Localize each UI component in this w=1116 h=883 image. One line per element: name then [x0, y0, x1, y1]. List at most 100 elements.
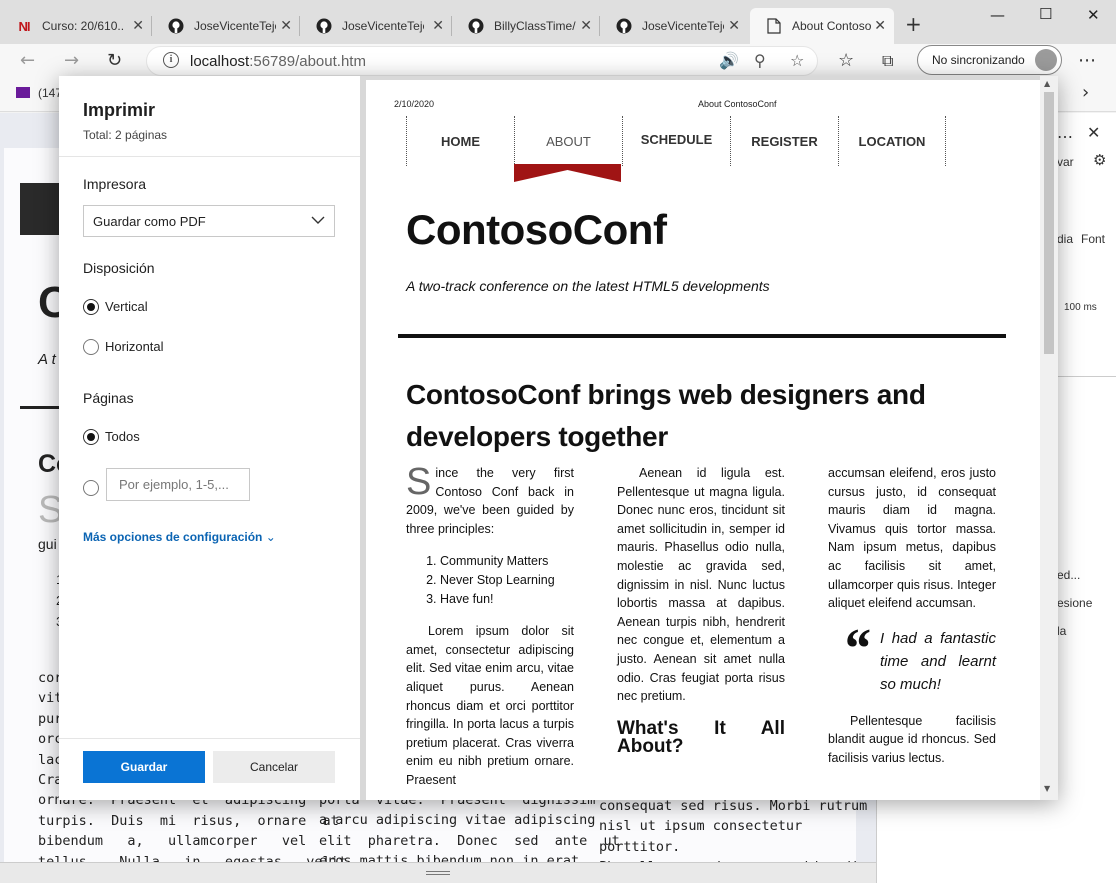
favorites-icon[interactable]: ☆	[838, 50, 854, 72]
nav-about[interactable]: ABOUT	[514, 116, 622, 166]
more-settings-link[interactable]: Más opciones de configuración ⌄	[83, 530, 276, 544]
read-aloud-icon[interactable]: 🔊	[719, 51, 739, 70]
collections-icon[interactable]: ⧉	[882, 50, 893, 72]
print-preview: 2/10/2020 About ContosoConf HOME ABOUT S…	[360, 76, 1058, 800]
layout-horizontal-radio[interactable]	[83, 339, 99, 355]
save-button[interactable]: Guardar	[83, 751, 205, 783]
maximize-icon[interactable]: ☐	[1039, 5, 1052, 23]
nav-location[interactable]: LOCATION	[838, 116, 946, 166]
printer-select[interactable]: Guardar como PDF	[83, 205, 335, 237]
scroll-down-icon[interactable]: ▼	[1044, 784, 1050, 793]
print-settings-panel: Imprimir Total: 2 páginas Impresora Guar…	[59, 76, 360, 800]
close-tab-icon[interactable]: ✕	[874, 18, 886, 34]
more-icon[interactable]: ⋯	[1057, 127, 1073, 147]
layout-horizontal-label[interactable]: Horizontal	[105, 339, 164, 354]
scrollbar-thumb[interactable]	[1044, 92, 1054, 354]
github-icon	[168, 18, 184, 34]
info-icon[interactable]: i	[163, 52, 179, 68]
chevron-right-icon[interactable]: ›	[1082, 82, 1089, 103]
nav-schedule[interactable]: SCHEDULE	[622, 116, 730, 166]
gear-icon[interactable]: ⚙	[1093, 151, 1106, 169]
back-icon[interactable]: ←	[20, 50, 35, 72]
tab-github-4[interactable]: JoseVicenteTeje ✕	[600, 8, 748, 44]
more-menu-icon[interactable]: ⋯	[1078, 50, 1097, 71]
chevron-down-icon: ⌄	[265, 530, 276, 544]
close-tab-icon[interactable]: ✕	[728, 18, 740, 34]
article-column-3: accumsan eleifend, eros justo cursus jus…	[828, 466, 996, 765]
print-date: 2/10/2020	[394, 99, 435, 109]
github-icon	[316, 18, 332, 34]
printer-label: Impresora	[83, 176, 147, 192]
tab-title: Curso: 20/610...	[42, 19, 124, 33]
close-window-icon[interactable]: ✕	[1087, 6, 1100, 24]
avatar	[1035, 49, 1057, 71]
list-item: Never Stop Learning	[440, 571, 574, 590]
nav-home[interactable]: HOME	[406, 116, 514, 166]
tab-curso[interactable]: NI Curso: 20/610... ✕	[0, 8, 152, 44]
preview-page: 2/10/2020 About ContosoConf HOME ABOUT S…	[366, 80, 1040, 800]
page-icon	[766, 18, 782, 34]
total-pages: Total: 2 páginas	[83, 128, 168, 142]
favorite-star-icon[interactable]: ☆	[790, 51, 804, 70]
drag-handle[interactable]	[0, 862, 876, 883]
pages-label: Páginas	[83, 390, 134, 406]
tab-github-1[interactable]: JoseVicenteTeje ✕	[152, 8, 300, 44]
pull-quote: “ I had a fantastic time and learnt so m…	[842, 617, 996, 693]
forward-icon[interactable]: →	[64, 50, 79, 72]
print-doc-title: About ContosoConf	[698, 99, 777, 109]
subheading: What's It All About?	[617, 717, 785, 758]
navigation-bar: ← → ↻ i localhost:56789/about.htm 🔊 ⚲ ☆ …	[0, 44, 1116, 78]
article-column-1: Since the very first Contoso Conf back i…	[406, 463, 574, 800]
zoom-icon[interactable]: ⚲	[754, 51, 766, 70]
site-nav: HOME ABOUT SCHEDULE REGISTER LOCATION	[406, 116, 946, 166]
divider	[398, 334, 1006, 338]
chevron-down-icon	[311, 212, 325, 226]
pages-range-input[interactable]	[107, 469, 249, 500]
mail-icon	[16, 87, 30, 98]
refresh-icon[interactable]: ↻	[107, 50, 122, 72]
layout-label: Disposición	[83, 260, 155, 276]
tab-github-2[interactable]: JoseVicenteTeje ✕	[300, 8, 452, 44]
print-dialog: Imprimir Total: 2 páginas Impresora Guar…	[59, 76, 1058, 800]
nav-register[interactable]: REGISTER	[730, 116, 838, 166]
dialog-title: Imprimir	[83, 100, 156, 120]
tab-about-contoso[interactable]: About Contoso ✕	[750, 8, 894, 44]
tab-title: JoseVicenteTeje	[342, 19, 424, 33]
tab-title: JoseVicenteTeje	[642, 19, 724, 33]
ni-logo-icon: NI	[18, 18, 31, 34]
site-title: ContosoConf	[406, 206, 667, 253]
close-devtools-icon[interactable]: ✕	[1087, 123, 1100, 143]
url-text[interactable]: localhost:56789/about.htm	[190, 53, 366, 70]
active-nav-ribbon	[514, 164, 621, 182]
tab-title: BillyClassTime/	[494, 19, 576, 33]
close-tab-icon[interactable]: ✕	[580, 18, 592, 34]
layout-vertical-label[interactable]: Vertical	[105, 299, 148, 314]
github-icon	[616, 18, 632, 34]
list-item: Have fun!	[440, 590, 574, 609]
minimize-icon[interactable]: —	[990, 6, 1005, 24]
address-bar[interactable]: i localhost:56789/about.htm 🔊 ⚲ ☆	[146, 46, 818, 76]
cancel-button[interactable]: Cancelar	[213, 751, 335, 783]
tab-github-3[interactable]: BillyClassTime/ ✕	[452, 8, 600, 44]
pages-all-radio[interactable]	[83, 429, 99, 445]
site-tagline: A two-track conference on the latest HTM…	[406, 278, 770, 294]
tab-title: JoseVicenteTeje	[194, 19, 276, 33]
github-icon	[468, 18, 484, 34]
principles-list: Community Matters Never Stop Learning Ha…	[440, 552, 574, 608]
preview-scrollbar[interactable]: ▲ ▼	[1040, 76, 1058, 800]
close-tab-icon[interactable]: ✕	[280, 18, 292, 34]
pages-range-field[interactable]	[106, 468, 250, 501]
close-tab-icon[interactable]: ✕	[432, 18, 444, 34]
new-tab-icon[interactable]: +	[905, 14, 922, 34]
quote-mark-icon: “	[842, 617, 870, 680]
pages-all-label[interactable]: Todos	[105, 429, 140, 444]
pages-custom-radio[interactable]	[83, 480, 99, 496]
article-column-2: Aenean id ligula est. Pellentesque ut ma…	[617, 466, 785, 758]
layout-vertical-radio[interactable]	[83, 299, 99, 315]
list-item: Community Matters	[440, 552, 574, 571]
close-tab-icon[interactable]: ✕	[132, 18, 144, 34]
section-heading: ContosoConf brings web designers and dev…	[406, 379, 926, 452]
profile-sync-button[interactable]: No sincronizando	[917, 45, 1062, 75]
scroll-up-icon[interactable]: ▲	[1044, 79, 1050, 88]
tab-strip: NI Curso: 20/610... ✕ JoseVicenteTeje ✕ …	[0, 0, 1116, 44]
